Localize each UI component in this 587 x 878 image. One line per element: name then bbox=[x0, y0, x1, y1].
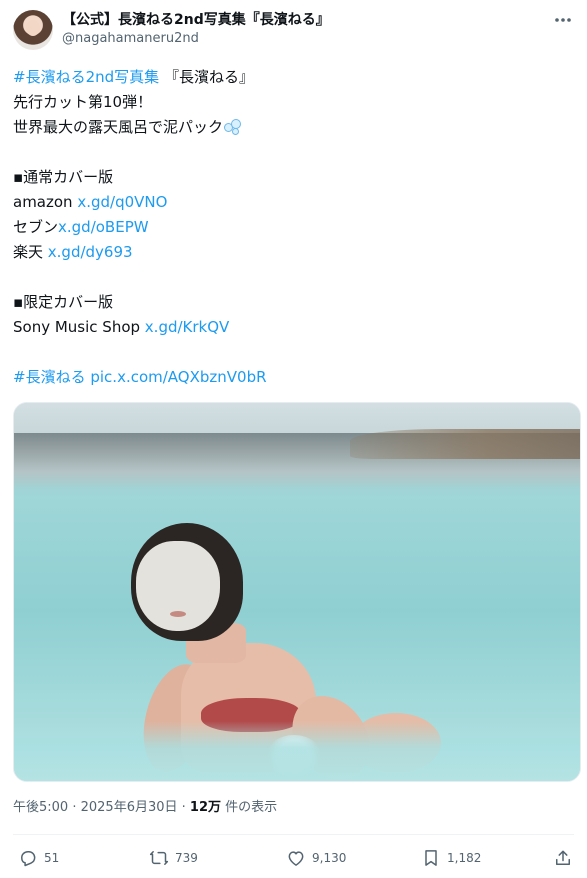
rakuten-label: 楽天 bbox=[13, 243, 48, 261]
post-photo[interactable] bbox=[13, 402, 581, 782]
repost-icon bbox=[149, 851, 169, 865]
reply-icon bbox=[21, 851, 36, 867]
photo-lips bbox=[170, 611, 186, 617]
tweet-header: 【公式】長濱ねる2nd写真集『長濱ねる』 @nagahamaneru2nd bbox=[13, 9, 574, 51]
bubbles-icon bbox=[223, 118, 242, 135]
seven-link[interactable]: x.gd/oBEPW bbox=[58, 218, 149, 236]
text-line-3: 世界最大の露天風呂で泥パック bbox=[13, 115, 573, 140]
photo-shore-rocks bbox=[350, 429, 580, 459]
author-block: 【公式】長濱ねる2nd写真集『長濱ねる』 @nagahamaneru2nd bbox=[62, 11, 330, 48]
rakuten-link[interactable]: x.gd/dy693 bbox=[48, 243, 133, 261]
action-bar: 51 739 9,130 1,182 bbox=[13, 847, 574, 871]
heart-icon bbox=[288, 851, 304, 866]
like-button[interactable]: 9,130 bbox=[286, 847, 346, 869]
repost-count: 739 bbox=[175, 851, 198, 865]
photo-water bbox=[14, 721, 580, 781]
text-span: 『長濱ねる』 bbox=[163, 68, 254, 86]
pic-link[interactable]: pic.x.com/AQXbznV0bR bbox=[90, 368, 266, 386]
text-line-1: #長濱ねる2nd写真集 『長濱ねる』 bbox=[13, 65, 573, 90]
seven-line: セブンx.gd/oBEPW bbox=[13, 215, 573, 240]
footer-line: #長濱ねる pic.x.com/AQXbznV0bR bbox=[13, 365, 573, 390]
like-count: 9,130 bbox=[312, 851, 347, 865]
text-line-2: 先行カット第10弾！ bbox=[13, 93, 153, 111]
footer-hashtag-link[interactable]: #長濱ねる bbox=[13, 368, 86, 386]
reply-count: 51 bbox=[44, 851, 60, 865]
post-time[interactable]: 午後5:00 bbox=[13, 800, 68, 815]
section-title-limited: ▪限定カバー版 bbox=[13, 293, 114, 311]
author-display-name[interactable]: 【公式】長濱ねる2nd写真集『長濱ねる』 bbox=[62, 11, 330, 29]
views-label: 件の表示 bbox=[221, 800, 278, 815]
divider bbox=[13, 834, 574, 835]
sony-link[interactable]: x.gd/KrkQV bbox=[145, 318, 230, 336]
meta-separator: · bbox=[68, 800, 81, 815]
hashtag-link[interactable]: #長濱ねる2nd写真集 bbox=[13, 68, 159, 86]
text-span: 世界最大の露天風呂で泥パック bbox=[13, 118, 224, 136]
share-button[interactable] bbox=[553, 847, 579, 869]
tweet: 【公式】長濱ねる2nd写真集『長濱ねる』 @nagahamaneru2nd #長… bbox=[0, 0, 587, 878]
tweet-text: #長濱ねる2nd写真集 『長濱ねる』 先行カット第10弾！ 世界最大の露天風呂で… bbox=[13, 65, 573, 390]
post-date[interactable]: 2025年6月30日 bbox=[81, 800, 178, 815]
post-meta: 午後5:00 · 2025年6月30日 · 12万 件の表示 bbox=[13, 798, 277, 818]
avatar-face bbox=[26, 20, 40, 36]
seven-label: セブン bbox=[13, 218, 59, 236]
bookmark-count: 1,182 bbox=[447, 851, 482, 865]
reply-button[interactable]: 51 bbox=[18, 847, 59, 869]
views-count: 12万 bbox=[189, 800, 222, 815]
share-icon bbox=[556, 850, 570, 865]
amazon-link[interactable]: x.gd/q0VNO bbox=[77, 193, 167, 211]
amazon-label: amazon bbox=[13, 193, 78, 211]
bookmark-icon bbox=[425, 850, 437, 866]
meta-separator: · bbox=[177, 800, 190, 815]
section-title-regular: ▪通常カバー版 bbox=[13, 168, 114, 186]
avatar[interactable] bbox=[13, 10, 53, 50]
sony-line: Sony Music Shop x.gd/KrkQV bbox=[13, 315, 573, 340]
photo-mud-mask bbox=[136, 541, 220, 631]
author-handle[interactable]: @nagahamaneru2nd bbox=[62, 30, 330, 48]
bookmark-button[interactable]: 1,182 bbox=[421, 847, 481, 869]
more-options-icon[interactable] bbox=[552, 11, 574, 29]
rakuten-line: 楽天 x.gd/dy693 bbox=[13, 240, 573, 265]
amazon-line: amazon x.gd/q0VNO bbox=[13, 190, 573, 215]
sony-label: Sony Music Shop bbox=[13, 318, 145, 336]
repost-button[interactable]: 739 bbox=[149, 847, 198, 869]
